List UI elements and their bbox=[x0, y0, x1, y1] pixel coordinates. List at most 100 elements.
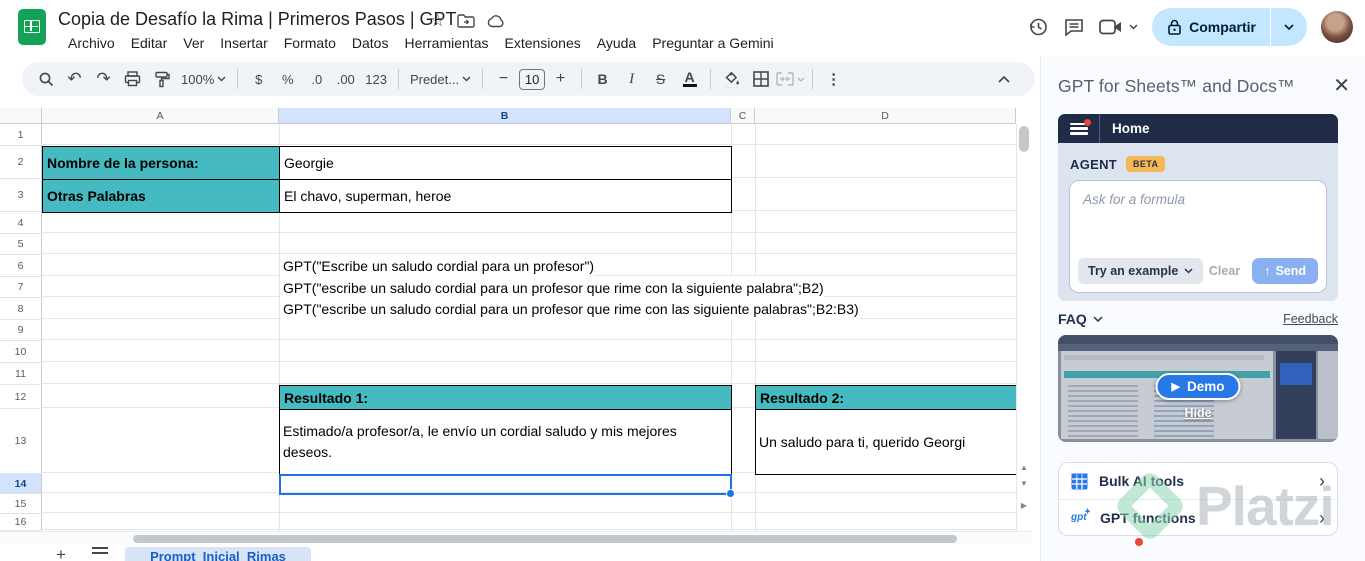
column-header-C[interactable]: C bbox=[731, 108, 755, 124]
cloud-status-icon[interactable] bbox=[487, 14, 506, 28]
horizontal-scrollbar[interactable] bbox=[133, 535, 957, 543]
format-currency-button[interactable]: $ bbox=[245, 66, 272, 92]
scroll-up-button[interactable]: ▲ bbox=[1017, 460, 1031, 474]
sheet-tab-active[interactable]: Prompt_Inicial_Rimas bbox=[125, 547, 311, 561]
gpt-functions-item[interactable]: gpt ✦ GPT functions › bbox=[1059, 499, 1337, 535]
row-header-5[interactable]: 5 bbox=[0, 234, 42, 255]
move-folder-icon[interactable] bbox=[457, 14, 475, 28]
undo-button[interactable]: ↶ bbox=[61, 66, 88, 92]
menu-formato[interactable]: Formato bbox=[276, 33, 344, 53]
increase-font-size-button[interactable]: + bbox=[547, 66, 574, 92]
menu-ver[interactable]: Ver bbox=[175, 33, 212, 53]
more-toolbar-button[interactable]: ⋮ bbox=[820, 66, 847, 92]
account-avatar[interactable] bbox=[1321, 11, 1353, 43]
menu-archivo[interactable]: Archivo bbox=[60, 33, 123, 53]
zoom-select[interactable]: 100% bbox=[177, 66, 230, 92]
row-header-13[interactable]: 13 bbox=[0, 409, 42, 474]
hide-menus-button[interactable] bbox=[990, 66, 1017, 92]
share-button[interactable]: Compartir bbox=[1152, 8, 1307, 46]
row-header-9[interactable]: 9 bbox=[0, 320, 42, 341]
demo-play-button[interactable]: ▶ Demo bbox=[1155, 373, 1241, 400]
row-header-3[interactable]: 3 bbox=[0, 179, 42, 212]
strikethrough-button[interactable]: S bbox=[647, 66, 674, 92]
cell-D13[interactable]: Un saludo para ti, querido Georgi bbox=[755, 409, 1016, 475]
history-icon[interactable] bbox=[1027, 16, 1049, 38]
decrease-decimals-button[interactable]: .0 bbox=[303, 66, 330, 92]
print-button[interactable] bbox=[119, 66, 146, 92]
row-header-6[interactable]: 6 bbox=[0, 255, 42, 277]
faq-toggle[interactable]: FAQ bbox=[1058, 311, 1103, 327]
select-all-corner[interactable] bbox=[0, 108, 42, 124]
menu-editar[interactable]: Editar bbox=[123, 33, 176, 53]
document-title[interactable]: Copia de Desafío la Rima | Primeros Paso… bbox=[58, 9, 457, 30]
cell-B7[interactable]: GPT("escribe un saludo cordial para un p… bbox=[281, 277, 824, 298]
cell-D12[interactable]: Resultado 2: bbox=[755, 385, 1016, 410]
try-example-button[interactable]: Try an example bbox=[1078, 258, 1204, 284]
menu-insertar[interactable]: Insertar bbox=[212, 33, 275, 53]
row-header-2[interactable]: 2 bbox=[0, 146, 42, 179]
menu-ayuda[interactable]: Ayuda bbox=[589, 33, 644, 53]
row-header-15[interactable]: 15 bbox=[0, 494, 42, 514]
row-header-14[interactable]: 14 bbox=[0, 474, 42, 494]
hide-video-link[interactable]: Hide bbox=[1184, 406, 1211, 420]
menu-preguntar-a-gemini[interactable]: Preguntar a Gemini bbox=[644, 33, 781, 53]
text-color-button[interactable]: A bbox=[676, 66, 703, 92]
cell-B2[interactable]: Georgie bbox=[279, 146, 732, 180]
paint-format-button[interactable] bbox=[148, 66, 175, 92]
cell-A3[interactable]: Otras Palabras bbox=[42, 179, 280, 213]
column-header-B[interactable]: B bbox=[279, 108, 731, 124]
scroll-down-button[interactable]: ▼ bbox=[1017, 476, 1031, 490]
close-icon[interactable]: ✕ bbox=[1333, 76, 1350, 96]
increase-decimals-button[interactable]: .00 bbox=[332, 66, 359, 92]
row-header-8[interactable]: 8 bbox=[0, 298, 42, 320]
merge-cells-button[interactable] bbox=[776, 66, 805, 92]
decrease-font-size-button[interactable]: − bbox=[490, 66, 517, 92]
cell-B13[interactable]: Estimado/a profesor/a, le envío un cordi… bbox=[279, 409, 732, 475]
format-percent-button[interactable]: % bbox=[274, 66, 301, 92]
cell-B3[interactable]: El chavo, superman, heroe bbox=[279, 179, 732, 213]
italic-button[interactable]: I bbox=[618, 66, 645, 92]
font-size-input[interactable]: 10 bbox=[519, 68, 546, 90]
video-call-icon[interactable] bbox=[1099, 18, 1138, 36]
menu-datos[interactable]: Datos bbox=[344, 33, 397, 53]
column-header-D[interactable]: D bbox=[755, 108, 1016, 124]
feedback-link[interactable]: Feedback bbox=[1283, 312, 1338, 326]
menu-herramientas[interactable]: Herramientas bbox=[396, 33, 496, 53]
star-icon[interactable]: ☆ bbox=[430, 12, 445, 30]
sheets-logo-icon[interactable] bbox=[18, 9, 46, 45]
cell-B8[interactable]: GPT("escribe un saludo cordial para un p… bbox=[281, 298, 859, 320]
number-format-style-select[interactable]: Predet... bbox=[406, 66, 475, 92]
cell-B6[interactable]: GPT("Escribe un saludo cordial para un p… bbox=[281, 255, 595, 277]
bulk-ai-tools-item[interactable]: Bulk AI tools › bbox=[1059, 463, 1337, 499]
send-button[interactable]: ↑ Send bbox=[1252, 258, 1318, 284]
vertical-scrollbar[interactable] bbox=[1019, 126, 1029, 152]
row-header-11[interactable]: 11 bbox=[0, 363, 42, 385]
row-header-4[interactable]: 4 bbox=[0, 212, 42, 234]
menu-extensiones[interactable]: Extensiones bbox=[496, 33, 588, 53]
scroll-right-button[interactable]: ▶ bbox=[1017, 498, 1031, 512]
cell-B12[interactable]: Resultado 1: bbox=[279, 385, 732, 410]
borders-button[interactable] bbox=[747, 66, 774, 92]
comments-icon[interactable] bbox=[1063, 16, 1085, 38]
row-header-1[interactable]: 1 bbox=[0, 124, 42, 146]
all-sheets-button[interactable] bbox=[92, 547, 108, 559]
formula-prompt-input[interactable]: Ask for a formula Try an example Clear ↑… bbox=[1069, 180, 1327, 293]
row-header-12[interactable]: 12 bbox=[0, 385, 42, 409]
search-menus-button[interactable] bbox=[32, 66, 59, 92]
row-header-7[interactable]: 7 bbox=[0, 277, 42, 298]
fill-handle[interactable] bbox=[726, 489, 735, 498]
share-options-caret[interactable] bbox=[1271, 8, 1307, 46]
selected-cell-B14[interactable] bbox=[279, 474, 735, 498]
fill-color-button[interactable] bbox=[718, 66, 745, 92]
bold-button[interactable]: B bbox=[589, 66, 616, 92]
redo-button[interactable]: ↷ bbox=[90, 66, 117, 92]
column-header-A[interactable]: A bbox=[42, 108, 279, 124]
menu-icon[interactable] bbox=[1070, 118, 1091, 135]
row-header-16[interactable]: 16 bbox=[0, 514, 42, 531]
row-header-10[interactable]: 10 bbox=[0, 341, 42, 363]
cell-A2[interactable]: Nombre de la persona: bbox=[42, 146, 280, 180]
add-sheet-button[interactable]: + bbox=[56, 545, 66, 561]
demo-video-thumbnail[interactable]: ▶ Demo Hide bbox=[1058, 335, 1338, 442]
clear-button[interactable]: Clear bbox=[1209, 264, 1240, 278]
more-formats-button[interactable]: 123 bbox=[361, 66, 391, 92]
